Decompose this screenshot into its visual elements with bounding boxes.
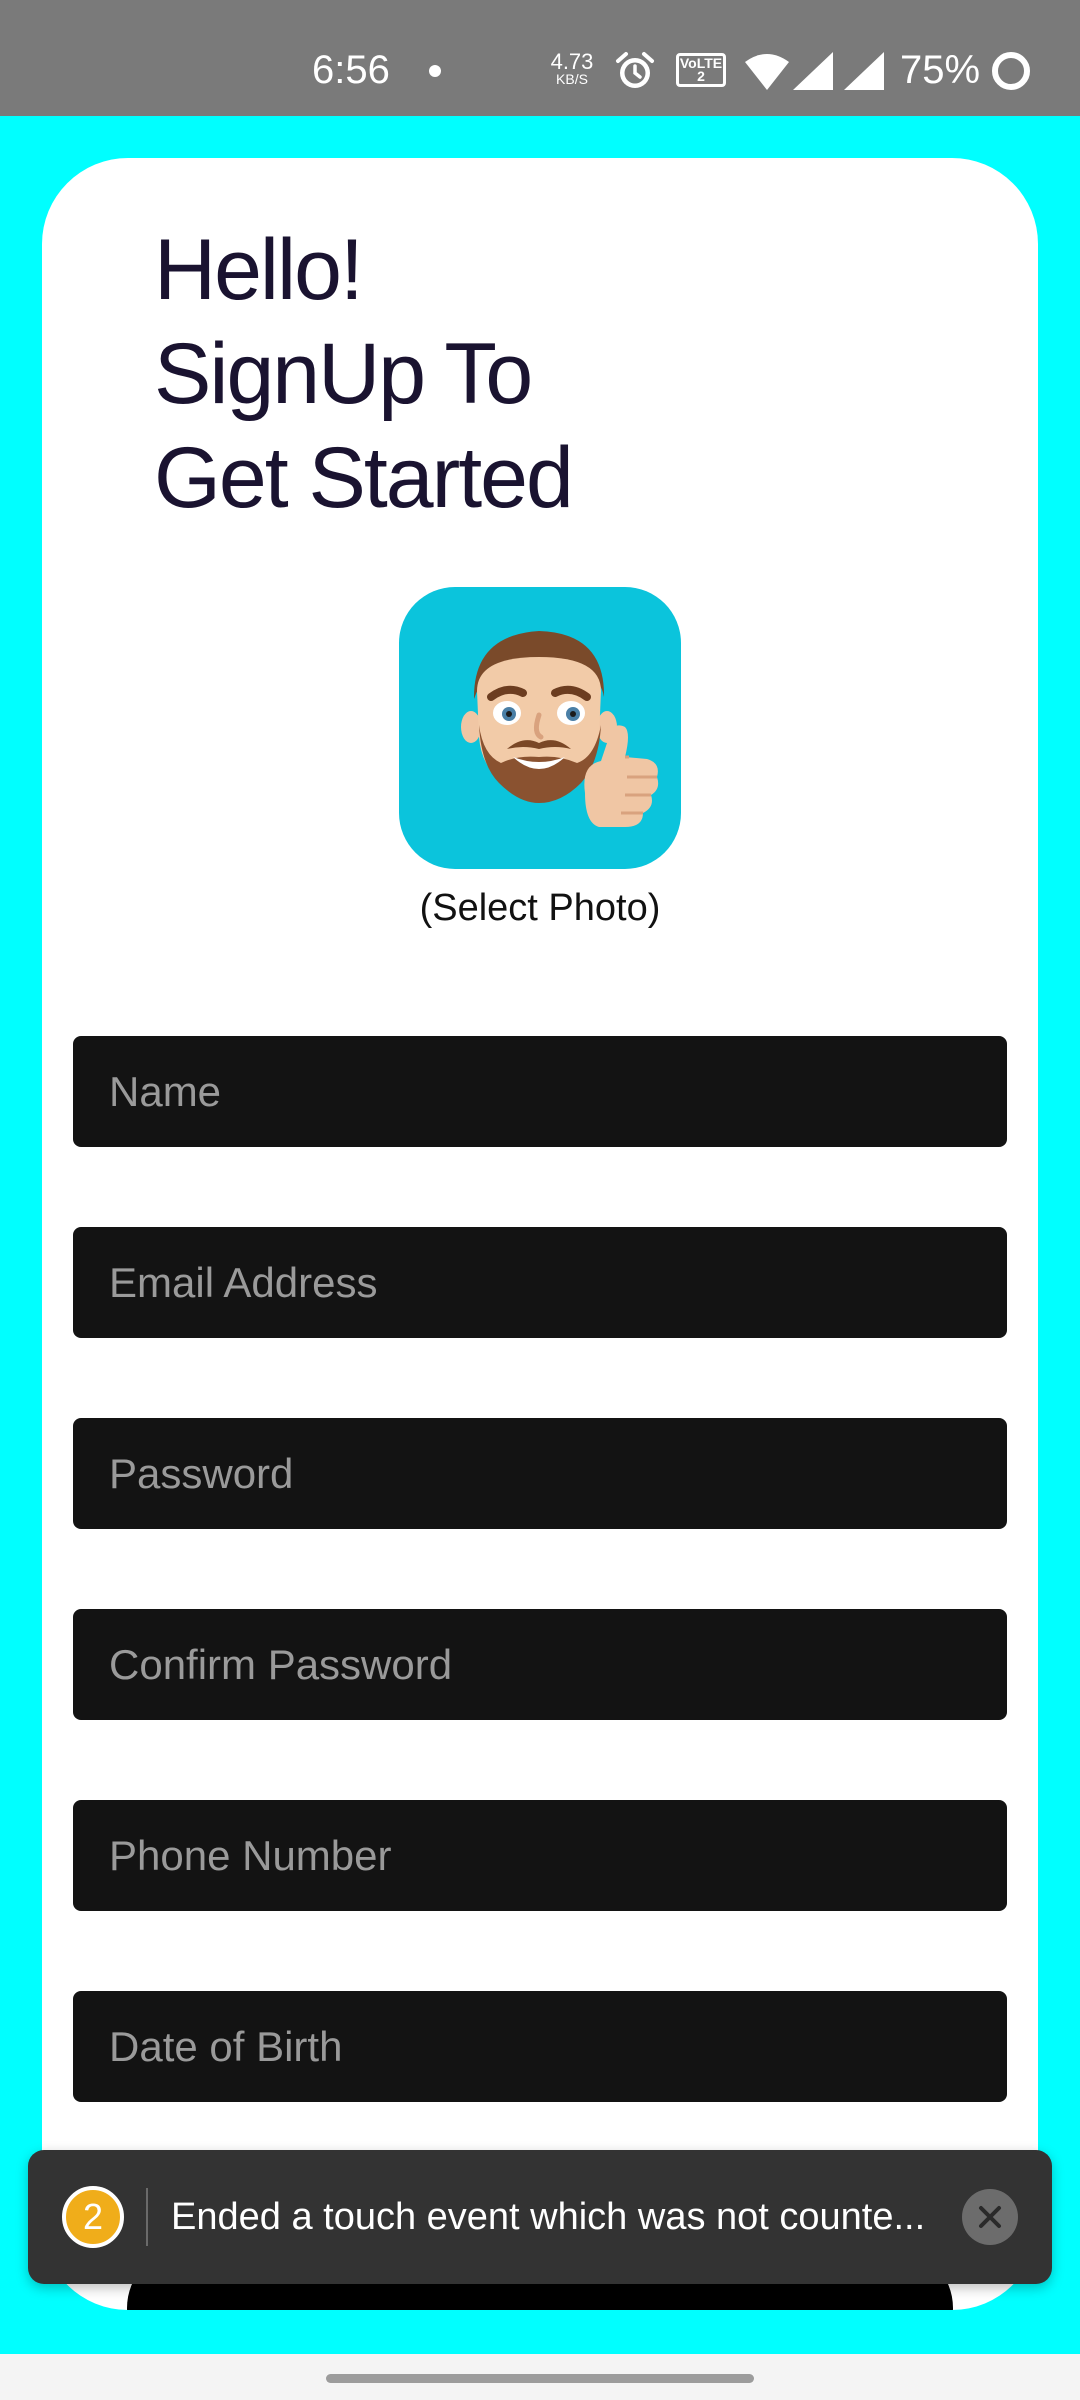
signal-icon <box>844 52 884 95</box>
password-input[interactable] <box>73 1418 1007 1529</box>
date-of-birth-input[interactable] <box>73 1991 1007 2102</box>
alarm-icon <box>614 50 656 97</box>
toast-count-badge: 2 <box>62 2186 124 2248</box>
select-photo-label[interactable]: (Select Photo) <box>42 884 1038 932</box>
email-input[interactable] <box>73 1227 1007 1338</box>
toast-message: Ended a touch event which was not counte… <box>171 2196 926 2238</box>
wifi-icon <box>745 52 789 95</box>
navigation-bar <box>0 2354 1080 2400</box>
title-line-1: Hello! <box>154 222 364 318</box>
page-title: Hello! SignUp To Get Started <box>154 218 574 530</box>
signup-card: Hello! SignUp To Get Started (Select Pho… <box>42 158 1038 2310</box>
network-speed-unit: KB/S <box>556 71 588 87</box>
network-speed: 4.73 KB/S <box>546 51 598 87</box>
confirm-password-input[interactable] <box>73 1609 1007 1720</box>
signal-icon <box>793 52 833 95</box>
name-input[interactable] <box>73 1036 1007 1147</box>
battery-percent: 75% <box>900 48 981 92</box>
status-time: 6:56 <box>312 48 390 92</box>
volte-icon: VoLTE 2 <box>676 53 726 87</box>
phone-number-input[interactable] <box>73 1800 1007 1911</box>
toast-divider <box>146 2188 148 2246</box>
profile-photo-picker[interactable] <box>399 587 681 869</box>
title-line-3: Get Started <box>154 430 574 526</box>
home-gesture-handle[interactable] <box>326 2374 754 2383</box>
close-icon[interactable] <box>962 2189 1018 2245</box>
status-bar: 6:56 4.73 KB/S VoLTE 2 75% <box>0 0 1080 116</box>
battery-ring-icon <box>990 50 1032 97</box>
notification-dot-icon <box>429 65 441 77</box>
title-line-2: SignUp To <box>154 326 533 422</box>
toast-notification: 2 Ended a touch event which was not coun… <box>28 2150 1052 2284</box>
avatar-memoji-icon <box>461 631 659 827</box>
